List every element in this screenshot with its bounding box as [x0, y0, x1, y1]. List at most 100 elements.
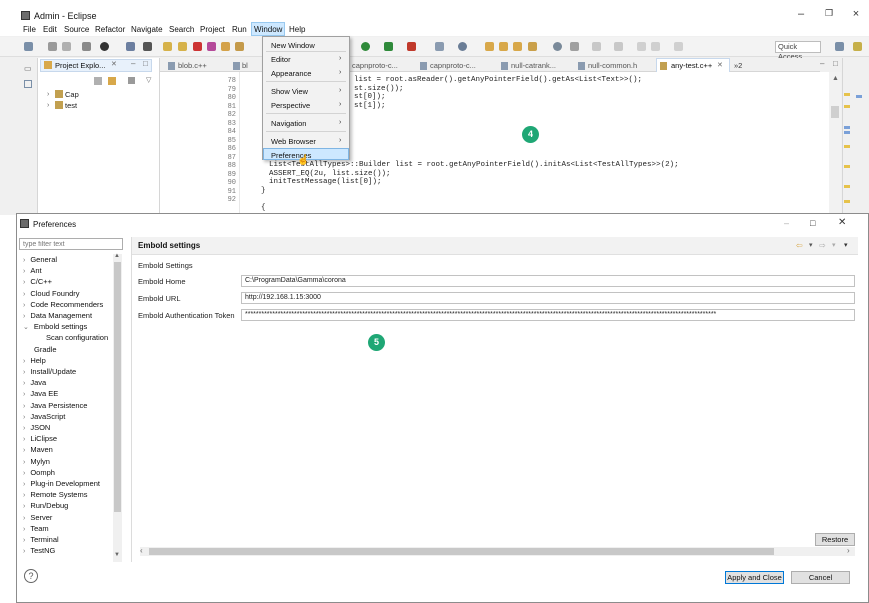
tab-bl[interactable]: bl	[242, 61, 248, 70]
nav-item-java-persistence[interactable]: › Java Persistence	[23, 401, 87, 410]
annotation-icon[interactable]	[570, 42, 579, 51]
view-filter-icon[interactable]	[128, 77, 135, 84]
apply-and-close-button[interactable]: Apply and Close	[725, 571, 784, 584]
nav-item-liclipse[interactable]: › LiClipse	[23, 434, 57, 443]
menu-window[interactable]: Window	[254, 25, 282, 34]
maximize-icon[interactable]: ❐	[822, 8, 836, 19]
tree-expand-icon[interactable]: ›	[47, 102, 49, 109]
nav-item-data-management[interactable]: › Data Management	[23, 311, 92, 320]
tree-item-test[interactable]: test	[65, 101, 77, 110]
overview-marker[interactable]	[844, 145, 850, 148]
chevron-down-icon[interactable]: ▾	[809, 241, 813, 249]
nav-item-run-debug[interactable]: › Run/Debug	[23, 501, 68, 510]
forward-icon[interactable]: ⇨	[819, 241, 826, 250]
dialog-maximize-icon[interactable]: □	[810, 218, 815, 228]
filter-input[interactable]	[19, 238, 123, 250]
open-task-icon[interactable]	[513, 42, 522, 51]
back-icon[interactable]	[651, 42, 660, 51]
link-editor-icon[interactable]	[108, 77, 116, 85]
dialog-minimize-icon[interactable]: –	[784, 218, 789, 228]
menu-source[interactable]: Source	[64, 25, 89, 34]
new-class-icon[interactable]	[435, 42, 444, 51]
nav-tree-scroll-thumb[interactable]	[114, 262, 121, 512]
editor-minimize-icon[interactable]: –	[820, 59, 824, 68]
editor-maximize-icon[interactable]: □	[833, 59, 838, 68]
nav-item-cloud-foundry[interactable]: › Cloud Foundry	[23, 289, 80, 298]
globe-icon[interactable]	[553, 42, 562, 51]
nav-item-help[interactable]: › Help	[23, 356, 46, 365]
nav-item-oomph[interactable]: › Oomph	[23, 468, 55, 477]
embold-url-input[interactable]: http://192.168.1.15:3000	[241, 292, 855, 304]
print-icon[interactable]	[82, 42, 91, 51]
menu-help[interactable]: Help	[289, 25, 305, 34]
more-tabs-indicator[interactable]: »2	[734, 61, 742, 70]
scroll-up-icon[interactable]: ▲	[832, 75, 839, 82]
save-all-icon[interactable]	[62, 42, 71, 51]
nav-item-java[interactable]: › Java	[23, 378, 46, 387]
tree-item-cap[interactable]: Cap	[65, 90, 79, 99]
minimized-view-icon[interactable]	[24, 80, 32, 88]
embold-home-input[interactable]: C:\ProgramData\Gamma\corona	[241, 275, 855, 287]
nav-item-server[interactable]: › Server	[23, 513, 52, 522]
menu-navigate[interactable]: Navigate	[131, 25, 163, 34]
perspective-cpp-icon[interactable]	[853, 42, 862, 51]
cancel-button[interactable]: Cancel	[791, 571, 850, 584]
nav-item-java-ee[interactable]: › Java EE	[23, 389, 58, 398]
view-menu-icon[interactable]: ▾	[844, 241, 848, 249]
menu-item-editor[interactable]: Editor	[271, 55, 291, 64]
nav-item-mylyn[interactable]: › Mylyn	[23, 457, 50, 466]
external-tools-icon[interactable]	[407, 42, 416, 51]
menu-project[interactable]: Project	[200, 25, 225, 34]
settings-icon[interactable]	[100, 42, 109, 51]
menu-file[interactable]: File	[23, 25, 36, 34]
tab-null-catrank[interactable]: null-catrank...	[511, 61, 556, 70]
console-icon[interactable]	[126, 42, 135, 51]
scroll-down-icon[interactable]: ▼	[114, 552, 120, 558]
pin-icon[interactable]	[143, 42, 152, 51]
menu-item-new-window[interactable]: New Window	[271, 41, 315, 50]
run-config-icon[interactable]	[384, 42, 393, 51]
editor-scroll-thumb[interactable]	[831, 106, 839, 118]
nav-item-javascript[interactable]: › JavaScript	[23, 412, 65, 421]
overview-marker[interactable]	[844, 165, 850, 168]
pause-icon[interactable]	[178, 42, 187, 51]
menu-item-navigation[interactable]: Navigation	[271, 119, 306, 128]
open-project-icon[interactable]	[499, 42, 508, 51]
overview-marker[interactable]	[856, 95, 862, 98]
menu-run[interactable]: Run	[232, 25, 247, 34]
menu-item-show-view[interactable]: Show View	[271, 87, 308, 96]
nav-item-maven[interactable]: › Maven	[23, 445, 53, 454]
menu-edit[interactable]: Edit	[43, 25, 57, 34]
quick-access-input[interactable]: Quick Access	[775, 41, 821, 61]
open-type-icon[interactable]	[458, 42, 467, 51]
menu-item-web-browser[interactable]: Web Browser	[271, 137, 316, 146]
menu-refactor[interactable]: Refactor	[95, 25, 125, 34]
nav-item-terminal[interactable]: › Terminal	[23, 535, 59, 544]
menu-search[interactable]: Search	[169, 25, 194, 34]
tab-blob[interactable]: blob.c++	[178, 61, 207, 70]
step-into-icon[interactable]	[221, 42, 230, 51]
editor-vertical-scrollbar[interactable]	[829, 72, 841, 215]
overview-marker[interactable]	[844, 200, 850, 203]
nav-item-plugin-development[interactable]: › Plug-in Development	[23, 479, 100, 488]
nav-item-testng[interactable]: › TestNG	[23, 546, 55, 555]
tab-capnproto-1[interactable]: capnproto-c...	[352, 61, 398, 70]
back-icon[interactable]: ⇦	[796, 241, 803, 250]
view-menu-icon[interactable]: ▽	[146, 76, 151, 84]
content-scroll-thumb[interactable]	[149, 548, 774, 555]
nav-item-json[interactable]: › JSON	[23, 423, 50, 432]
open-folder-icon[interactable]	[485, 42, 494, 51]
nav-item-remote-systems[interactable]: › Remote Systems	[23, 490, 87, 499]
tab-close-icon[interactable]: ✕	[717, 61, 723, 69]
overview-marker[interactable]	[844, 105, 850, 108]
prev-annotation-icon[interactable]	[614, 42, 623, 51]
stop-icon[interactable]	[193, 42, 202, 51]
scroll-right-icon[interactable]: ›	[847, 546, 850, 555]
resume-icon[interactable]	[163, 42, 172, 51]
tree-expand-icon[interactable]: ›	[47, 91, 49, 98]
save-icon[interactable]	[48, 42, 57, 51]
restore-defaults-button[interactable]: Restore Def	[815, 533, 855, 555]
nav-item-ant[interactable]: › Ant	[23, 266, 42, 275]
chevron-down-icon[interactable]: ▾	[832, 241, 836, 249]
nav-item-scan-configuration[interactable]: Scan configuration	[46, 333, 108, 342]
